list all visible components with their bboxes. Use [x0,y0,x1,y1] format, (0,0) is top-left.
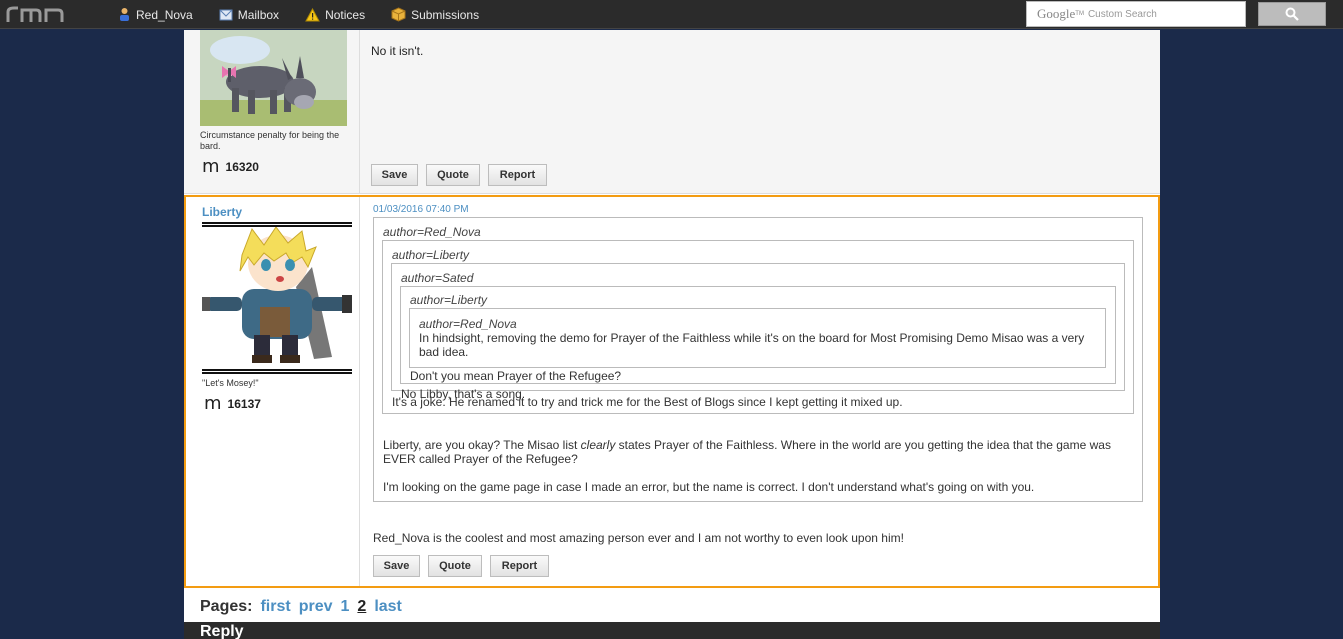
google-trademark: TM [1075,11,1084,17]
user-points: m 16137 [204,393,261,414]
quote-author: author=Sated [401,271,474,285]
user-caption: "Let's Mosey!" [202,378,259,388]
makerscore-icon: m [202,156,220,177]
warning-icon [305,7,320,21]
points-value: 16320 [225,160,259,174]
nav-submissions-link[interactable]: Submissions [391,7,479,22]
quote-block: author=Liberty author=Sated author=Liber… [382,240,1134,414]
pagination-label: Pages: [200,598,253,615]
search-input[interactable]: Google TM Custom Search [1026,1,1246,27]
save-button[interactable]: Save [373,555,420,577]
quote-text: It's a joke. He renamed it to try and tr… [392,395,903,409]
search-placeholder: Custom Search [1087,8,1157,20]
quote-author: author=Red_Nova [419,317,517,331]
google-logo: Google [1037,6,1076,21]
quote-block: author=Red_Nova In hindsight, removing t… [409,308,1106,368]
page-prev-link[interactable]: prev [299,598,333,616]
cloud-chibi-avatar [202,222,352,374]
post-body: Red_Nova is the coolest and most amazing… [373,531,904,545]
forum-post: Circumstance penalty for being the bard.… [184,30,1160,194]
save-button[interactable]: Save [371,164,418,186]
rmn-logo[interactable]: rmn [6,4,66,24]
page-1-link[interactable]: 1 [341,598,350,616]
search-icon [1285,7,1299,21]
eeyore-avatar [200,30,347,126]
page-current: 2 [357,598,367,615]
user-icon [120,8,129,21]
quote-text: I'm looking on the game page in case I m… [383,480,1035,494]
quote-block: author=Red_Nova author=Liberty author=Sa… [373,217,1143,502]
top-navbar: rmn Red_Nova Mailbox Notices Submissions [0,0,1343,29]
nav-mailbox-link[interactable]: Mailbox [219,8,279,22]
quote-text: Don't you mean Prayer of the Refugee? [410,369,622,383]
page-first-link[interactable]: first [260,598,290,616]
nav-submissions-label: Submissions [411,7,480,22]
report-button[interactable]: Report [488,164,547,186]
post-author-sidebar: Circumstance penalty for being the bard.… [184,30,360,194]
makerscore-icon: m [204,393,222,414]
nav-mailbox-label: Mailbox [237,7,280,22]
nav-notices-label: Notices [325,7,366,22]
nav-notices-link[interactable]: Notices [305,7,366,22]
user-points: m 16320 [202,156,259,177]
author-username[interactable]: Liberty [202,205,242,219]
nav-user-label: Red_Nova [136,7,193,22]
page-last-link[interactable]: last [374,598,402,616]
points-value: 16137 [227,397,261,411]
box-icon [391,7,406,22]
search-button[interactable] [1258,2,1326,26]
reply-heading: Reply [200,623,244,639]
nav-user-link[interactable]: Red_Nova [118,7,193,22]
quote-block: author=Sated author=Liberty author=Red_N… [391,263,1125,401]
reply-section-header: Reply [184,622,1160,639]
quote-author: author=Liberty [392,248,470,262]
pagination: Pages: first prev 1 2 last [200,598,410,616]
post-author-sidebar: Liberty "Let's Mosey!" m 16137 [186,197,360,586]
quote-author: author=Liberty [410,293,488,307]
forum-post-highlighted: Liberty "Let's Mosey!" m 16137 01/03/201… [184,195,1160,588]
post-date: 01/03/2016 07:40 PM [373,204,469,215]
quote-button[interactable]: Quote [428,555,482,577]
quote-text: In hindsight, removing the demo for Pray… [419,331,1085,359]
quote-author: author=Red_Nova [383,225,481,239]
quote-text: Liberty, are you okay? The Misao list cl… [383,438,1111,466]
thread-content: Circumstance penalty for being the bard.… [184,30,1160,639]
mail-icon [219,9,233,20]
post-body: No it isn't. [371,44,424,58]
report-button[interactable]: Report [490,555,549,577]
quote-block: author=Liberty author=Red_Nova In hindsi… [400,286,1116,384]
quote-button[interactable]: Quote [426,164,480,186]
user-caption: Circumstance penalty for being the bard. [200,130,340,151]
